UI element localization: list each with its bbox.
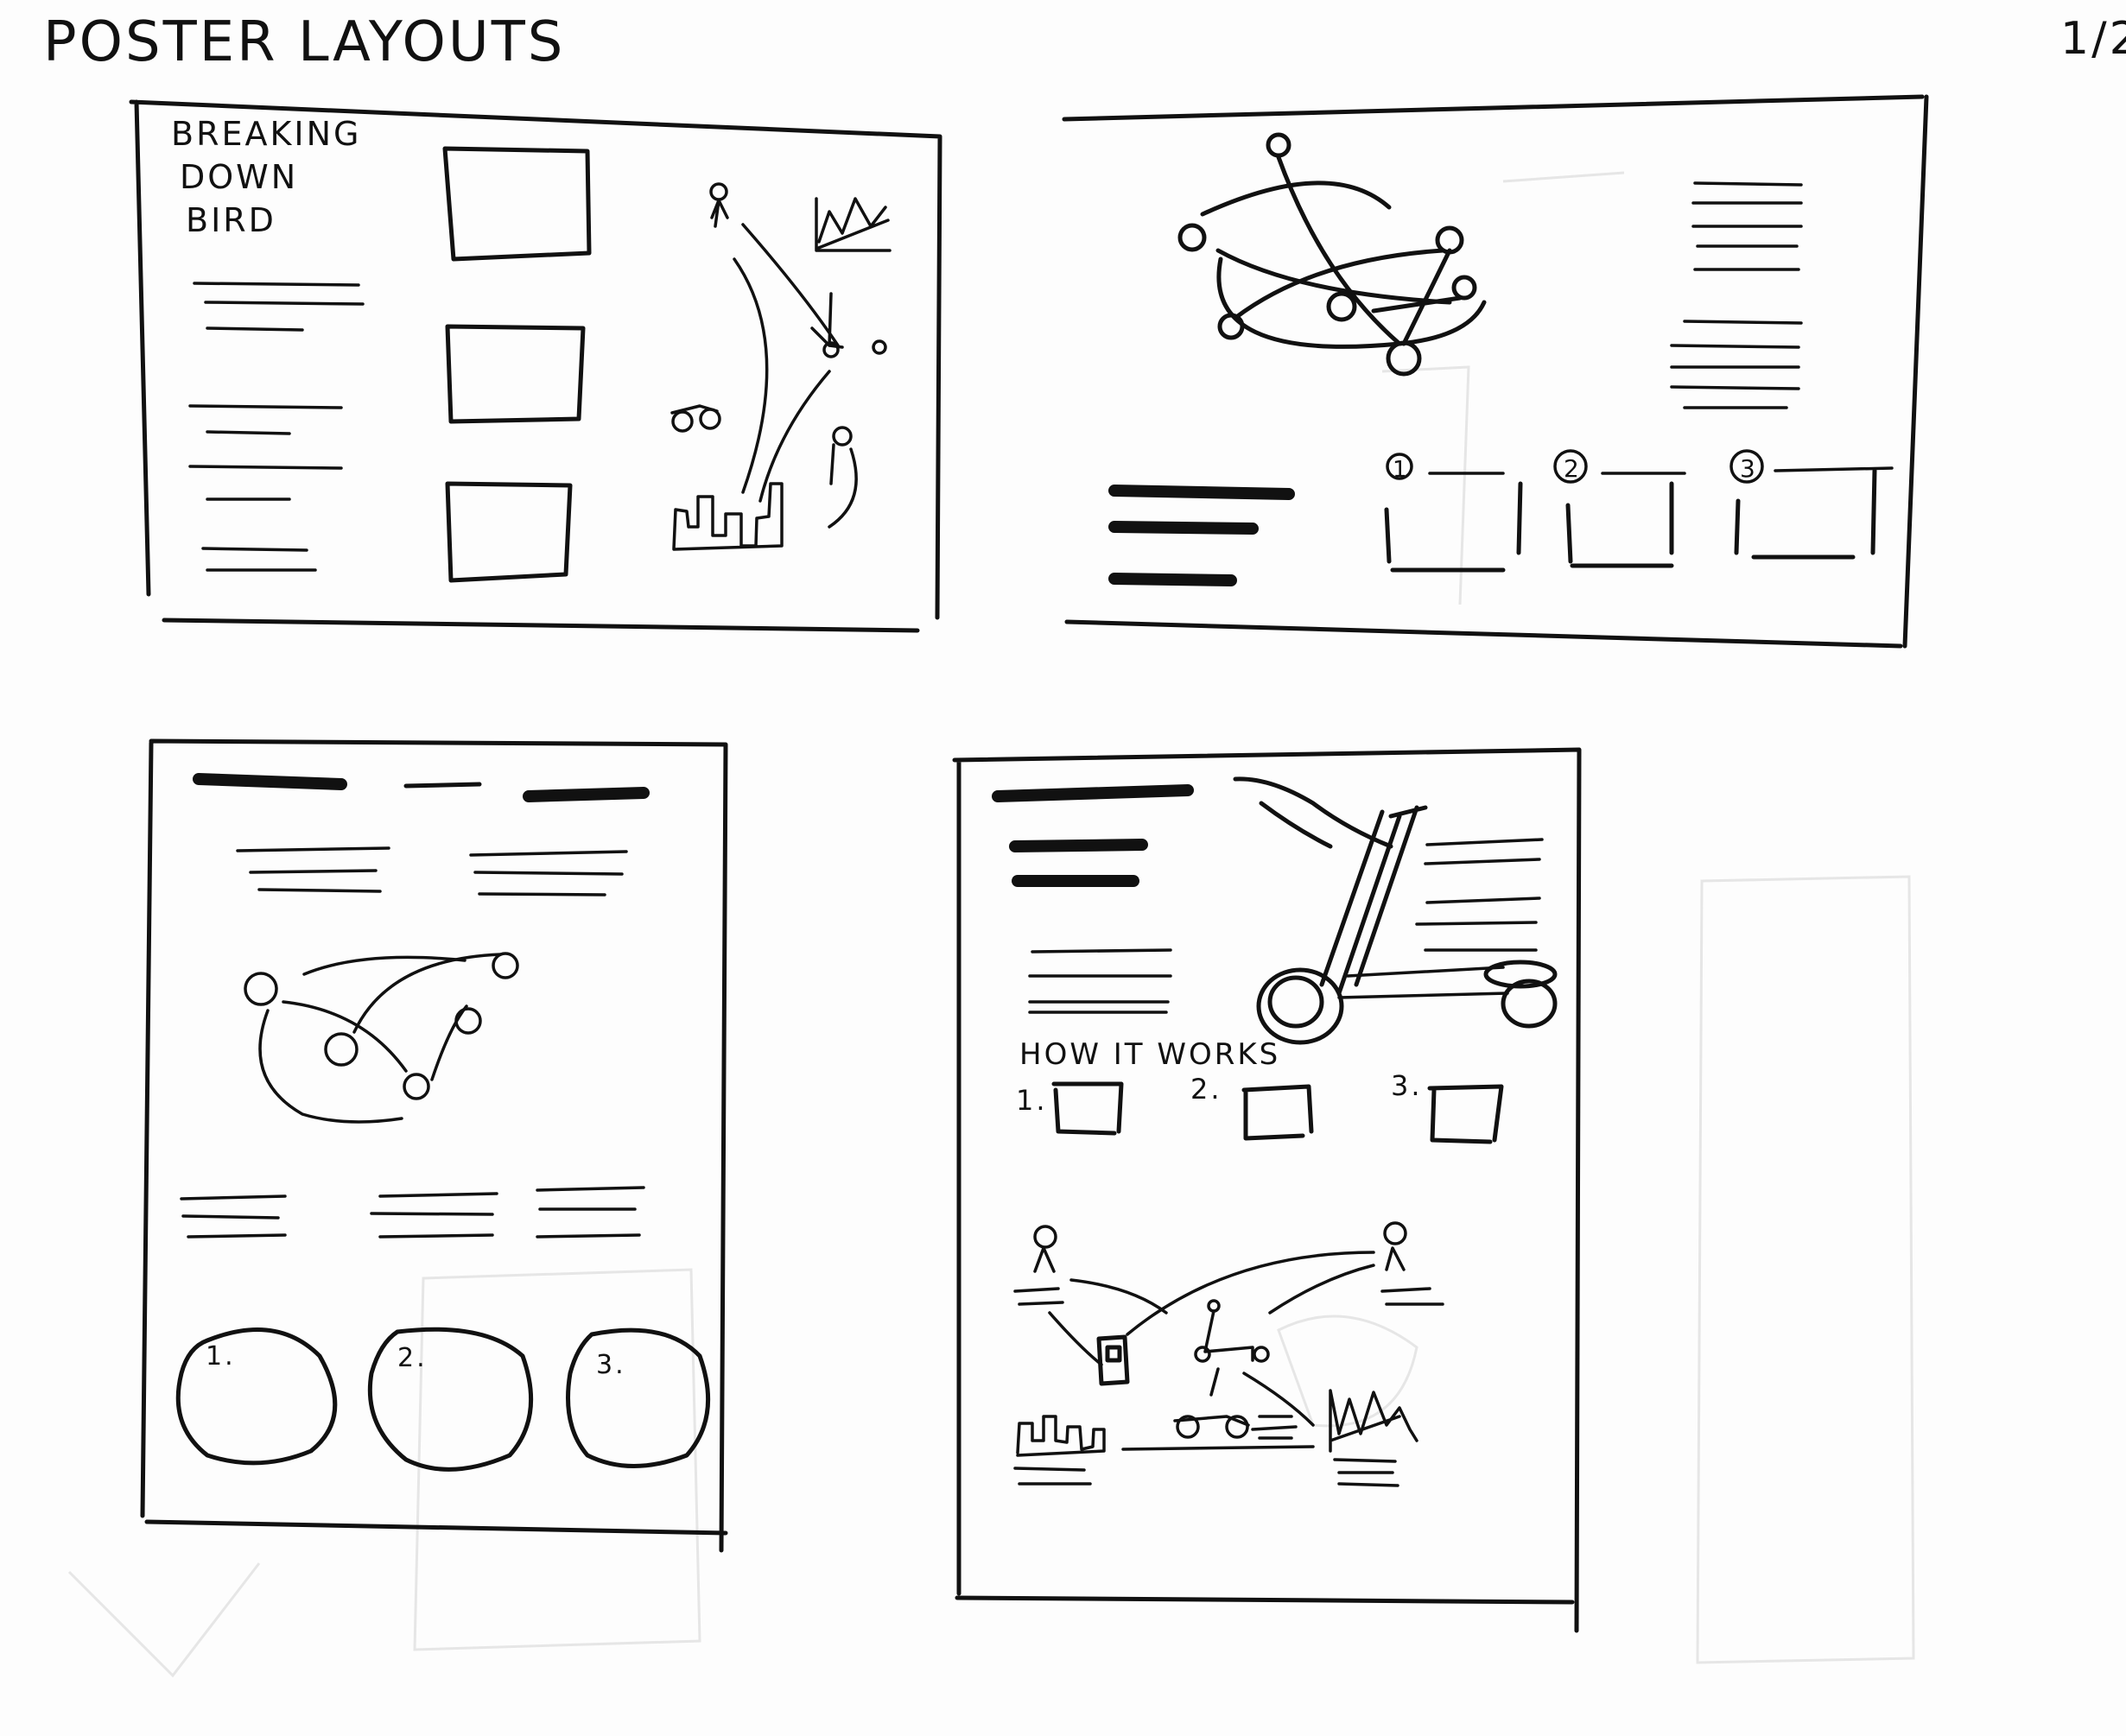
text-block-placeholders [1670,181,1803,409]
network-diagram [244,952,519,1124]
step-2-label: 2. [1190,1073,1222,1106]
step-1-label: 1. [1016,1084,1048,1117]
network-diagram [1177,132,1487,377]
poster-heading-line-1: BREAKING [171,115,361,153]
layout-top-left: BREAKING DOWN BIRD [129,99,942,633]
frame-top-right [1062,94,1929,649]
bold-heading-placeholders [193,773,650,802]
poster-heading-line-3: BIRD [186,201,276,239]
image-placeholders [442,146,592,583]
step-1-number: 1 [1393,457,1410,483]
text-block-placeholders [188,282,365,572]
page-date: 1/23 [2060,13,2126,65]
sketch-page: POSTER LAYOUTS 1/23 BREAKING DOWN BIRD [43,10,2126,1678]
layout-bottom-right: HOW IT WORKS 1. 2. 3. [952,747,1582,1633]
circle-3-label: 3. [596,1350,626,1380]
ecosystem-diagram [1013,1221,1444,1487]
page-title: POSTER LAYOUTS [43,10,565,74]
layout-bottom-left: 1. 2. 3. [140,738,728,1553]
frame-bottom-left [140,738,728,1553]
circle-1-label: 1. [206,1341,236,1372]
step-3-label: 3. [1391,1069,1423,1102]
layout-top-right: 1 2 3 [1062,94,1929,649]
how-it-works-heading: HOW IT WORKS [1019,1037,1280,1072]
bold-heading-placeholders [1108,485,1295,586]
how-it-works-steps: 1. 2. 3. [1016,1069,1504,1144]
text-block-placeholders-lower [180,1186,645,1239]
bold-heading-placeholders [992,784,1194,887]
bleed-through-marks [67,171,1915,1678]
text-block-placeholders [1028,838,1544,1014]
step-2-number: 2 [1564,454,1582,483]
numbered-circles: 1. 2. 3. [175,1327,711,1472]
circle-2-label: 2. [397,1343,428,1373]
text-block-placeholders [236,846,628,897]
scooter-illustration [1233,776,1558,1045]
poster-heading-line-2: DOWN [180,158,298,196]
step-3-number: 3 [1740,454,1758,483]
bird-journey-illustration [670,182,892,551]
